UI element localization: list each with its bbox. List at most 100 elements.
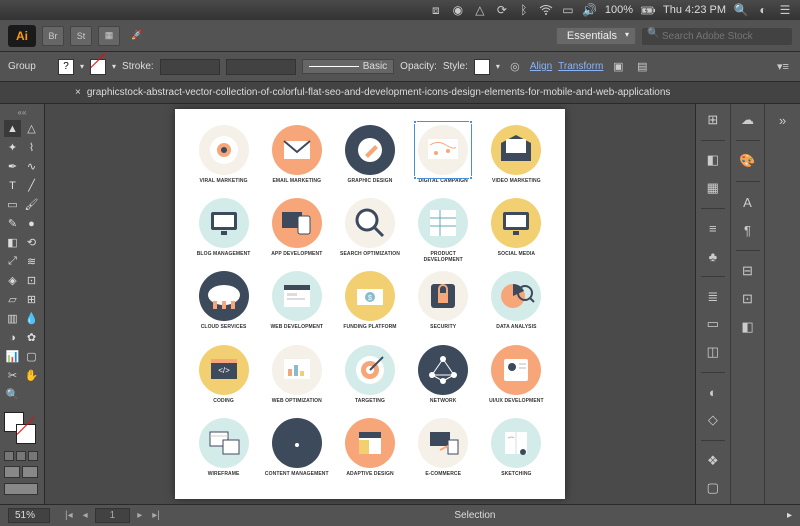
hand-tool[interactable]: ✋	[23, 367, 40, 384]
character-panel-icon[interactable]: A	[738, 192, 758, 212]
pathfinder-panel-icon[interactable]: ◧	[738, 317, 758, 337]
stock-button[interactable]: St	[70, 26, 92, 46]
eyedrop-tool[interactable]: 💧	[23, 310, 40, 327]
artboard-icon-0[interactable]: VIRAL MARKETING	[191, 125, 256, 190]
display-icon[interactable]: ▭	[561, 3, 575, 17]
color-mode-button[interactable]	[4, 451, 14, 461]
edit-contents-icon[interactable]: ▤	[633, 58, 651, 76]
icon-graphic[interactable]	[491, 418, 541, 468]
battery-icon[interactable]	[641, 3, 655, 17]
artboard-icon-13[interactable]: SECURITY	[411, 271, 476, 336]
artboard-icon-16[interactable]: WEB OPTIMIZATION	[264, 345, 329, 410]
graphic-style-swatch[interactable]	[474, 59, 490, 75]
icon-graphic[interactable]	[345, 198, 395, 248]
dropbox-icon[interactable]: ⧈	[429, 3, 443, 17]
icon-graphic[interactable]	[418, 345, 468, 395]
brush-tool[interactable]: 🖌	[23, 196, 40, 213]
align-panel-icon[interactable]: ⊟	[738, 261, 758, 281]
wifi-icon[interactable]	[539, 3, 553, 17]
bluetooth-icon[interactable]: ᛒ	[517, 3, 531, 17]
color-well[interactable]	[4, 412, 36, 444]
stroke-color-swatch[interactable]	[16, 424, 36, 444]
transparency-panel-icon[interactable]: ◫	[703, 342, 723, 362]
artboard-icon-9[interactable]: SOCIAL MEDIA	[484, 198, 549, 263]
artboard-pager[interactable]: |◂ ◂ 1 ▸ ▸|	[62, 508, 163, 523]
artboards-panel-icon[interactable]: ▢	[703, 478, 723, 498]
shapebuild-tool[interactable]: ◈	[4, 272, 21, 289]
icon-graphic[interactable]	[272, 271, 322, 321]
artboard-icon-15[interactable]: </>CODING	[191, 345, 256, 410]
canvas-area[interactable]: VIRAL MARKETINGEMAIL MARKETINGGRAPHIC DE…	[45, 104, 695, 504]
select-tool[interactable]: ▲	[4, 120, 21, 137]
artboard-icon-17[interactable]: TARGETING	[337, 345, 402, 410]
selection-bounds[interactable]	[414, 121, 472, 179]
siri-icon[interactable]: ◐	[756, 3, 770, 17]
graph-tool[interactable]: 📊	[4, 348, 21, 365]
zoom-level-select[interactable]: 51%	[8, 508, 50, 523]
artboard-icon-21[interactable]: CONTENT MANAGEMENT	[264, 418, 329, 483]
icon-graphic[interactable]	[418, 125, 468, 175]
transform-link[interactable]: Transform	[558, 61, 603, 72]
artboard-icon-5[interactable]: BLOG MANAGEMENT	[191, 198, 256, 263]
draw-mode-normal[interactable]	[4, 466, 20, 478]
icon-graphic[interactable]	[418, 271, 468, 321]
freetrans-tool[interactable]: ⊡	[23, 272, 40, 289]
prev-page-button[interactable]: ◂	[80, 510, 91, 521]
panel-menu-icon[interactable]: ▾≡	[774, 58, 792, 76]
transform-panel-icon[interactable]: ⊡	[738, 289, 758, 309]
align-link[interactable]: Align	[530, 61, 552, 72]
symbols-panel-icon[interactable]: ♣	[703, 246, 723, 266]
slice-tool[interactable]: ✂	[4, 367, 21, 384]
artboard-icon-22[interactable]: ADAPTIVE DESIGN	[337, 418, 402, 483]
artboard-icon-10[interactable]: CLOUD SERVICES	[191, 271, 256, 336]
icon-graphic[interactable]	[418, 418, 468, 468]
expand-dock-icon[interactable]: »	[773, 110, 793, 130]
icon-graphic[interactable]	[345, 345, 395, 395]
pen-tool[interactable]: ✒	[4, 158, 21, 175]
adobe-stock-search[interactable]	[642, 28, 792, 45]
icon-graphic[interactable]	[199, 418, 249, 468]
pencil-tool[interactable]: ✎	[4, 215, 21, 232]
gradient-mode-button[interactable]	[16, 451, 26, 461]
icon-graphic[interactable]	[345, 418, 395, 468]
isolate-icon[interactable]: ▣	[609, 58, 627, 76]
first-page-button[interactable]: |◂	[62, 510, 76, 521]
page-number[interactable]: 1	[95, 508, 131, 523]
artboard-icon-6[interactable]: APP DEVELOPMENT	[264, 198, 329, 263]
icon-graphic[interactable]: </>	[199, 345, 249, 395]
icon-graphic[interactable]	[199, 198, 249, 248]
mesh-tool[interactable]: ⊞	[23, 291, 40, 308]
artboard-icon-8[interactable]: PRODUCT DEVELOPMENT	[411, 198, 476, 263]
artboard-icon-11[interactable]: WEB DEVELOPMENT	[264, 271, 329, 336]
artboard-icon-19[interactable]: UI/UX DEVELOPMENT	[484, 345, 549, 410]
illustrator-logo-icon[interactable]: Ai	[8, 25, 36, 47]
sync-icon[interactable]: ⟳	[495, 3, 509, 17]
icon-graphic[interactable]	[418, 198, 468, 248]
libraries-panel-icon[interactable]: ⊞	[703, 110, 723, 130]
width-tool[interactable]: ≋	[23, 253, 40, 270]
line-tool[interactable]: ╱	[23, 177, 40, 194]
stroke-profile-select[interactable]	[226, 59, 296, 75]
rotate-tool[interactable]: ⟲	[23, 234, 40, 251]
type-tool[interactable]: T	[4, 177, 21, 194]
gradient-tool[interactable]: ▥	[4, 310, 21, 327]
icon-graphic[interactable]	[491, 271, 541, 321]
artboard-icon-18[interactable]: NETWORK	[411, 345, 476, 410]
artboard-icon-20[interactable]: WIREFRAME	[191, 418, 256, 483]
artboard-icon-4[interactable]: VIDEO MARKETING	[484, 125, 549, 190]
fill-swatch[interactable]: ?	[58, 59, 74, 75]
zoom-tool[interactable]: 🔍	[4, 386, 21, 403]
notification-icon[interactable]: ☰	[778, 3, 792, 17]
artboard-icon-23[interactable]: E-COMMERCE	[411, 418, 476, 483]
perspective-tool[interactable]: ▱	[4, 291, 21, 308]
none-mode-button[interactable]	[28, 451, 38, 461]
stroke-weight-input[interactable]	[160, 59, 220, 75]
clock[interactable]: Thu 4:23 PM	[663, 4, 726, 16]
arrange-docs-button[interactable]: ▦	[98, 26, 120, 46]
artboard-icon-1[interactable]: EMAIL MARKETING	[264, 125, 329, 190]
icon-graphic[interactable]	[272, 198, 322, 248]
gpu-button[interactable]: 🚀	[126, 26, 148, 46]
graphic-styles-panel-icon[interactable]: ◇	[703, 410, 723, 430]
artboard-icon-14[interactable]: DATA ANALYSIS	[484, 271, 549, 336]
creative-cloud-icon[interactable]: ◉	[451, 3, 465, 17]
